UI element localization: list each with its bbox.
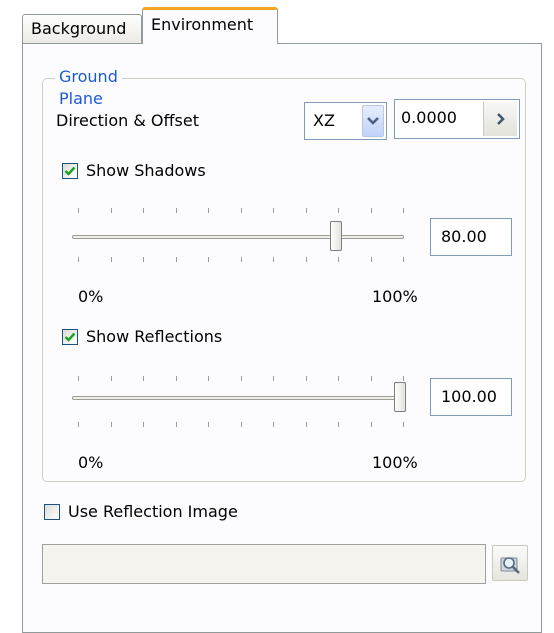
- tab-background[interactable]: Background: [22, 14, 142, 43]
- slider-tick: [371, 257, 372, 262]
- shadows-slider-ticks-bottom: [78, 257, 404, 263]
- tab-environment-label: Environment: [151, 15, 254, 34]
- slider-tick: [111, 422, 112, 427]
- reflections-value-field[interactable]: 100.00: [430, 378, 512, 416]
- slider-tick: [371, 376, 372, 381]
- slider-tick: [403, 208, 404, 213]
- direction-value: XZ: [313, 111, 335, 130]
- slider-tick: [111, 257, 112, 262]
- slider-tick: [208, 208, 209, 213]
- reflections-slider-track[interactable]: [72, 396, 404, 400]
- slider-tick: [143, 422, 144, 427]
- slider-tick: [273, 422, 274, 427]
- slider-tick: [338, 257, 339, 262]
- slider-tick: [176, 422, 177, 427]
- reflections-min-label: 0%: [78, 453, 104, 472]
- slider-tick: [176, 257, 177, 262]
- slider-tick: [403, 376, 404, 381]
- direction-offset-label: Direction & Offset: [56, 111, 199, 130]
- show-reflections-label: Show Reflections: [86, 327, 223, 346]
- slider-tick: [111, 208, 112, 213]
- offset-value: 0.0000: [401, 108, 457, 127]
- use-reflection-image-checkbox[interactable]: [44, 504, 60, 520]
- slider-tick: [241, 422, 242, 427]
- slider-tick: [241, 376, 242, 381]
- show-reflections-checkbox[interactable]: [62, 329, 78, 345]
- shadows-slider-thumb[interactable]: [330, 221, 342, 251]
- slider-tick: [78, 208, 79, 213]
- shadows-value-field[interactable]: 80.00: [430, 218, 512, 256]
- slider-tick: [371, 208, 372, 213]
- shadows-max-label: 100%: [372, 287, 418, 306]
- slider-tick: [306, 208, 307, 213]
- slider-tick: [273, 257, 274, 262]
- use-reflection-image-label: Use Reflection Image: [68, 502, 238, 521]
- slider-tick: [338, 422, 339, 427]
- shadows-min-label: 0%: [78, 287, 104, 306]
- direction-select[interactable]: XZ: [304, 102, 387, 140]
- magnifier-folder-icon: [500, 557, 520, 574]
- slider-tick: [78, 422, 79, 427]
- reflections-slider-thumb[interactable]: [394, 382, 406, 412]
- slider-tick: [208, 376, 209, 381]
- slider-tick: [143, 208, 144, 213]
- slider-tick: [338, 208, 339, 213]
- chevron-right-icon[interactable]: [483, 102, 517, 136]
- slider-tick: [208, 422, 209, 427]
- ground-plane-title: Ground Plane: [55, 66, 122, 110]
- reflections-max-label: 100%: [372, 453, 418, 472]
- slider-tick: [176, 376, 177, 381]
- slider-tick: [241, 208, 242, 213]
- reflection-image-path-field[interactable]: [42, 544, 486, 584]
- slider-tick: [306, 422, 307, 427]
- chevron-down-icon[interactable]: [362, 105, 384, 137]
- browse-button[interactable]: [492, 545, 528, 581]
- slider-tick: [371, 422, 372, 427]
- slider-tick: [241, 257, 242, 262]
- reflections-slider-ticks-bottom: [78, 422, 404, 428]
- slider-tick: [143, 257, 144, 262]
- slider-tick: [306, 376, 307, 381]
- slider-tick: [273, 376, 274, 381]
- slider-tick: [111, 376, 112, 381]
- slider-tick: [403, 257, 404, 262]
- slider-tick: [338, 376, 339, 381]
- offset-field[interactable]: 0.0000: [394, 99, 520, 139]
- slider-tick: [78, 376, 79, 381]
- checkmark-icon: [64, 332, 76, 342]
- tab-background-label: Background: [31, 19, 127, 38]
- checkmark-icon: [64, 166, 76, 176]
- slider-tick: [176, 208, 177, 213]
- reflections-slider-ticks-top: [78, 376, 404, 382]
- slider-tick: [208, 257, 209, 262]
- tab-environment[interactable]: Environment: [142, 7, 278, 44]
- show-shadows-checkbox[interactable]: [62, 163, 78, 179]
- shadows-slider-track[interactable]: [72, 235, 404, 239]
- slider-tick: [78, 257, 79, 262]
- slider-tick: [306, 257, 307, 262]
- shadows-slider-ticks-top: [78, 208, 404, 214]
- slider-tick: [273, 208, 274, 213]
- slider-tick: [403, 422, 404, 427]
- slider-tick: [143, 376, 144, 381]
- show-shadows-label: Show Shadows: [86, 161, 206, 180]
